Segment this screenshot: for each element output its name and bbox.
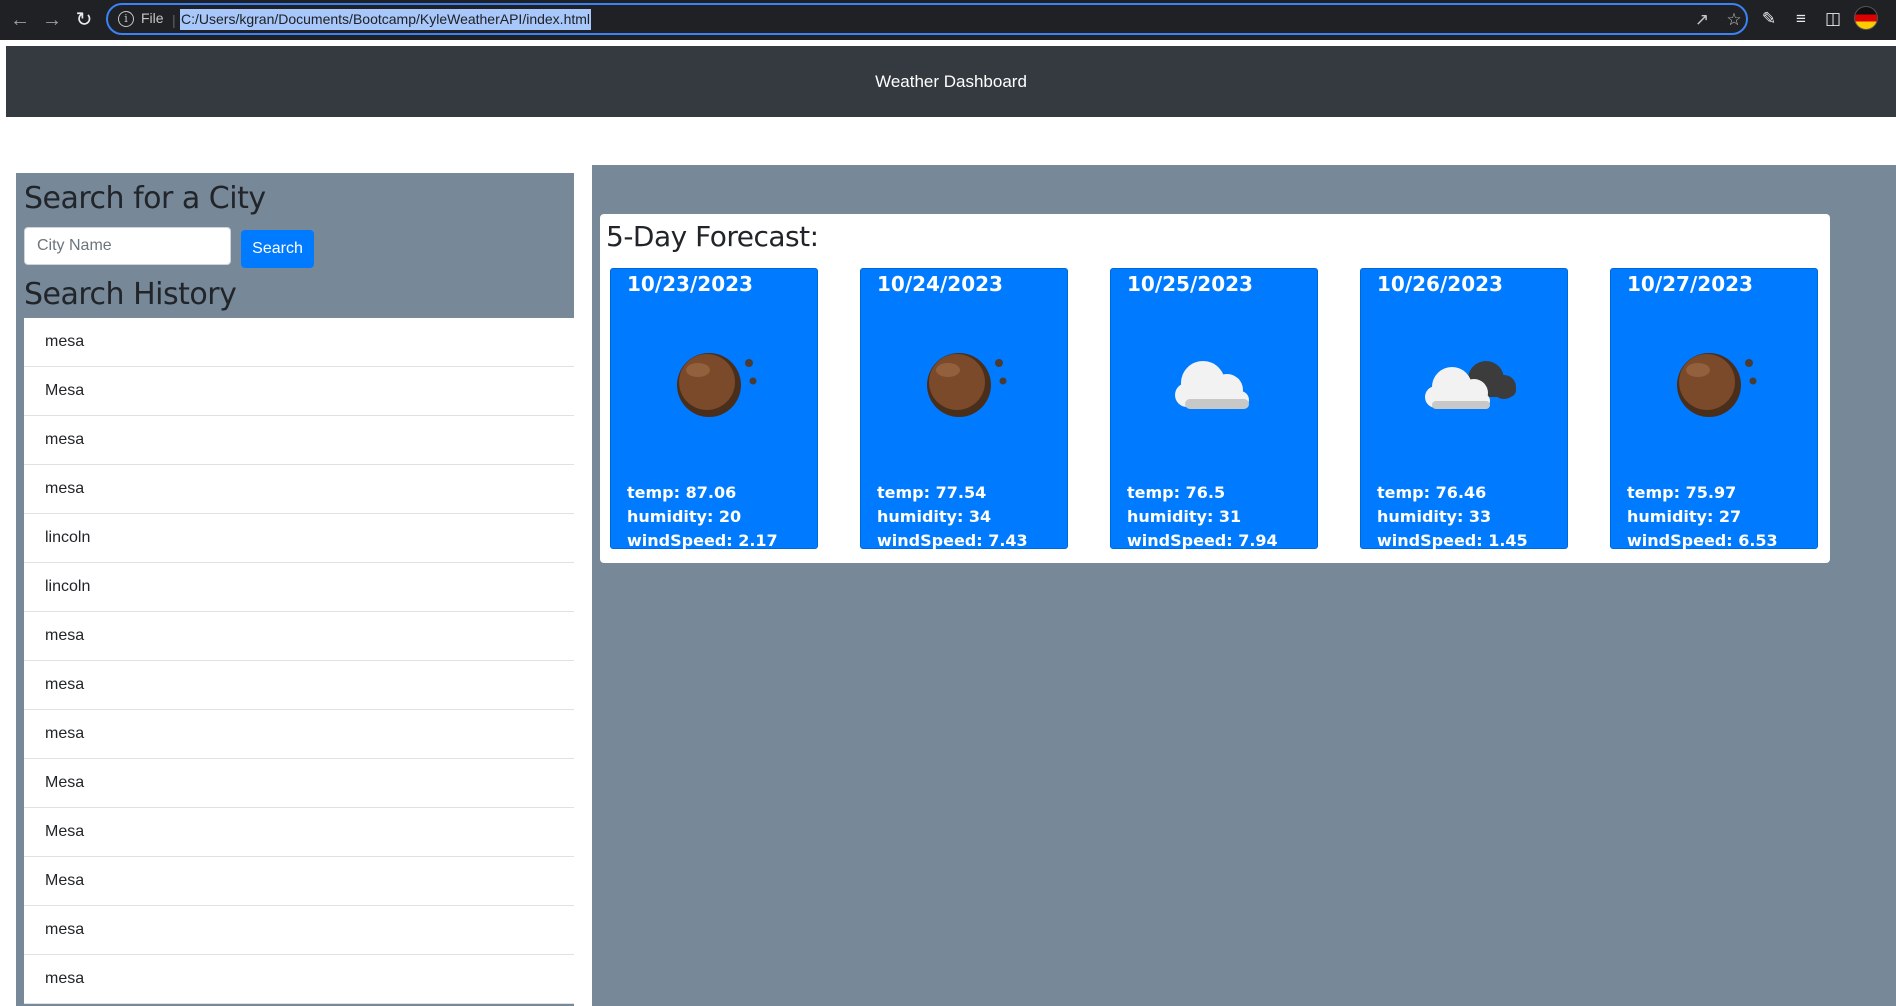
forecast-humidity: humidity: 27 bbox=[1627, 507, 1742, 526]
bookmark-star-icon[interactable]: ☆ bbox=[1724, 10, 1744, 30]
forecast-humidity: humidity: 31 bbox=[1127, 507, 1242, 526]
browser-toolbar: ← → ↻ i File | C:/Users/kgran/Documents/… bbox=[0, 0, 1896, 40]
clear-night-icon bbox=[677, 353, 757, 417]
forecast-date: 10/24/2023 bbox=[877, 272, 1003, 296]
forecast-temp: temp: 76.5 bbox=[1127, 483, 1226, 502]
forecast-wind: windSpeed: 2.17 bbox=[627, 531, 778, 550]
forecast-wind: windSpeed: 6.53 bbox=[1627, 531, 1778, 550]
share-icon[interactable]: ↗ bbox=[1692, 10, 1712, 30]
search-panel: Search for a City Search Search History … bbox=[16, 173, 574, 1006]
clear-night-icon bbox=[927, 353, 1007, 417]
history-item[interactable]: mesa bbox=[24, 955, 574, 1004]
forecast-temp: temp: 87.06 bbox=[627, 483, 737, 502]
forecast-card: 10/23/2023 temp: 87.06 humidity: 20 wind… bbox=[610, 268, 818, 550]
cloud-icon bbox=[1175, 361, 1249, 409]
reload-icon[interactable]: ↻ bbox=[70, 6, 98, 34]
forecast-card: 10/24/2023 temp: 77.54 humidity: 34 wind… bbox=[860, 268, 1068, 550]
info-icon[interactable]: i bbox=[118, 11, 134, 27]
history-item[interactable]: mesa bbox=[24, 661, 574, 710]
app-header: Weather Dashboard bbox=[6, 46, 1896, 117]
search-heading: Search for a City bbox=[24, 181, 266, 216]
history-item[interactable]: lincoln bbox=[24, 514, 574, 563]
history-item[interactable]: Mesa bbox=[24, 759, 574, 808]
forecast-date: 10/23/2023 bbox=[627, 272, 753, 296]
city-name-input[interactable] bbox=[24, 227, 231, 265]
history-item[interactable]: mesa bbox=[24, 416, 574, 465]
history-item[interactable]: mesa bbox=[24, 612, 574, 661]
forecast-temp: temp: 76.46 bbox=[1377, 483, 1487, 502]
forecast-card: 10/27/2023 temp: 75.97 humidity: 27 wind… bbox=[1610, 268, 1818, 550]
forecast-temp: temp: 77.54 bbox=[877, 483, 987, 502]
history-item[interactable]: Mesa bbox=[24, 857, 574, 906]
url-text[interactable]: C:/Users/kgran/Documents/Bootcamp/KyleWe… bbox=[180, 9, 592, 30]
forecast-panel: 5-Day Forecast: 10/23/2023 temp: 87.06 h… bbox=[592, 165, 1896, 1006]
forecast-heading: 5-Day Forecast: bbox=[606, 220, 819, 253]
history-item[interactable]: Mesa bbox=[24, 808, 574, 857]
extensions-puzzle-icon[interactable]: ✎ bbox=[1758, 8, 1780, 30]
separator: | bbox=[172, 12, 176, 28]
forecast-temp: temp: 75.97 bbox=[1627, 483, 1737, 502]
file-label: File bbox=[141, 10, 164, 26]
clear-night-icon bbox=[1677, 353, 1757, 417]
address-bar[interactable]: i File | C:/Users/kgran/Documents/Bootca… bbox=[106, 3, 1748, 35]
search-history-list: mesa Mesa mesa mesa lincoln lincoln mesa… bbox=[24, 318, 574, 1004]
forecast-humidity: humidity: 33 bbox=[1377, 507, 1492, 526]
profile-avatar[interactable] bbox=[1854, 6, 1878, 30]
search-button[interactable]: Search bbox=[241, 230, 314, 268]
forecast-humidity: humidity: 34 bbox=[877, 507, 992, 526]
history-heading: Search History bbox=[24, 277, 237, 312]
forecast-card: 10/25/2023 temp: 76.5 humidity: 31 windS… bbox=[1110, 268, 1318, 550]
history-item[interactable]: lincoln bbox=[24, 563, 574, 612]
reading-list-icon[interactable]: ≡ bbox=[1790, 8, 1812, 30]
forecast-card: 10/26/2023 temp: 76.46 humidity: 33 wind… bbox=[1360, 268, 1568, 550]
forecast-wind: windSpeed: 7.43 bbox=[877, 531, 1028, 550]
forecast-container: 5-Day Forecast: 10/23/2023 temp: 87.06 h… bbox=[600, 214, 1830, 563]
side-panel-icon[interactable]: ◫ bbox=[1822, 8, 1844, 30]
history-item[interactable]: mesa bbox=[24, 465, 574, 514]
page-title: Weather Dashboard bbox=[875, 72, 1027, 91]
forecast-wind: windSpeed: 1.45 bbox=[1377, 531, 1528, 550]
forecast-date: 10/27/2023 bbox=[1627, 272, 1753, 296]
forecast-date: 10/26/2023 bbox=[1377, 272, 1503, 296]
forward-arrow-icon[interactable]: → bbox=[38, 6, 66, 34]
back-arrow-icon[interactable]: ← bbox=[6, 6, 34, 34]
history-item[interactable]: mesa bbox=[24, 318, 574, 367]
forecast-humidity: humidity: 20 bbox=[627, 507, 742, 526]
history-item[interactable]: mesa bbox=[24, 906, 574, 955]
forecast-wind: windSpeed: 7.94 bbox=[1127, 531, 1278, 550]
forecast-date: 10/25/2023 bbox=[1127, 272, 1253, 296]
history-item[interactable]: Mesa bbox=[24, 367, 574, 416]
broken-clouds-icon bbox=[1425, 361, 1516, 409]
history-item[interactable]: mesa bbox=[24, 710, 574, 759]
